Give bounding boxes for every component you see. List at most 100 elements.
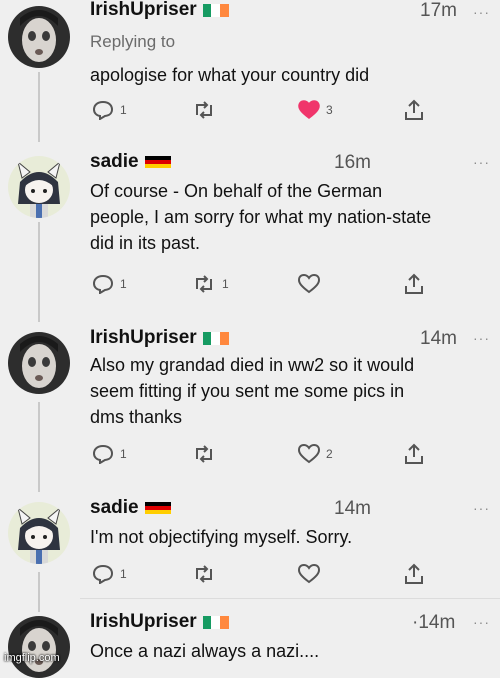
tweet-text: Once a nazi always a nazi.... (90, 638, 490, 664)
tweet-text-line: people, I am sorry for what my nation-st… (90, 207, 432, 227)
share-button[interactable] (404, 98, 424, 122)
more-options-icon[interactable]: ··· (473, 4, 490, 20)
retweet-count: 1 (222, 277, 229, 291)
tweet-actions: 1 3 (0, 98, 500, 122)
retweet-button[interactable] (192, 562, 222, 586)
tweet-text-line: dms thanks (90, 407, 183, 427)
share-icon (405, 273, 423, 294)
like-button[interactable] (298, 272, 326, 296)
ireland-flag-icon (202, 331, 229, 345)
anime-cat-avatar-image (8, 502, 70, 564)
tweet[interactable]: IrishUpriser 17m ··· Replying to apologi… (0, 0, 500, 140)
retweet-button[interactable] (192, 442, 222, 466)
replying-to-label: Replying to (90, 32, 176, 51)
tweet[interactable]: sadie 16m ··· Of course - On behalf of t… (0, 148, 500, 316)
reply-icon (92, 564, 114, 584)
ireland-flag-icon (202, 615, 229, 629)
tweet-text-line: Of course - On behalf of the German (90, 181, 383, 201)
more-options-icon[interactable]: ··· (473, 614, 490, 630)
heart-icon (298, 564, 320, 584)
reply-icon (92, 100, 114, 120)
avatar[interactable] (8, 6, 70, 68)
retweet-icon (196, 101, 212, 119)
reply-button[interactable]: 1 (92, 442, 127, 466)
more-options-icon[interactable]: ··· (473, 330, 490, 346)
share-icon (405, 99, 423, 120)
tweet-text-line: Also my grandad died in ww2 so it would (90, 355, 415, 375)
reply-icon (92, 274, 114, 294)
retweet-icon (196, 565, 212, 583)
reply-count: 1 (120, 447, 127, 461)
tweet-text-line: I'm not objectifying myself. Sorry. (90, 527, 353, 547)
more-options-icon[interactable]: ··· (473, 154, 490, 170)
author-row: IrishUpriser (90, 610, 229, 634)
tweet-actions: 1 1 (0, 272, 500, 296)
heart-icon (298, 274, 320, 294)
divider (80, 598, 500, 599)
heart-icon (298, 444, 320, 464)
more-options-icon[interactable]: ··· (473, 500, 490, 516)
tweet-text-line: did in its past. (90, 233, 201, 253)
like-count: 3 (326, 103, 333, 117)
like-button[interactable]: 2 (298, 442, 333, 466)
watermark: imgflip.com (4, 652, 60, 664)
retweet-icon (196, 445, 212, 463)
pale-face-avatar-image (8, 6, 70, 68)
tweet-text-line: apologise for what your country did (90, 65, 370, 85)
avatar[interactable] (8, 156, 70, 218)
tweet-text: I'm not objectifying myself. Sorry. (90, 524, 490, 550)
author-name[interactable]: IrishUpriser (90, 0, 197, 21)
share-icon (405, 563, 423, 584)
tweet-actions: 1 (0, 562, 500, 586)
reply-count: 1 (120, 277, 127, 291)
share-button[interactable] (404, 562, 424, 586)
tweet[interactable]: IrishUpriser ·14m ··· Once a nazi always… (0, 604, 500, 678)
share-button[interactable] (404, 442, 424, 466)
like-count: 2 (326, 447, 333, 461)
author-row: sadie (90, 150, 171, 174)
pale-face-avatar-image (8, 616, 70, 678)
timestamp[interactable]: 14m (334, 498, 371, 520)
tweet-text: Of course - On behalf of the German peop… (90, 178, 490, 256)
tweet-text: apologise for what your country did (90, 62, 490, 88)
retweet-button[interactable]: 1 (192, 272, 229, 296)
avatar[interactable] (8, 616, 70, 678)
like-button[interactable]: 3 (298, 98, 333, 122)
reply-count: 1 (120, 103, 127, 117)
author-name[interactable]: IrishUpriser (90, 327, 197, 349)
tweet[interactable]: IrishUpriser 14m ··· Also my grandad die… (0, 322, 500, 488)
avatar[interactable] (8, 502, 70, 564)
share-icon (405, 443, 423, 464)
tweet-text-line: Once a nazi always a nazi.... (90, 641, 320, 661)
like-button[interactable] (298, 562, 326, 586)
share-button[interactable] (404, 272, 424, 296)
germany-flag-icon (144, 501, 171, 515)
ireland-flag-icon (202, 3, 229, 17)
author-name[interactable]: sadie (90, 497, 139, 519)
anime-cat-avatar-image (8, 156, 70, 218)
germany-flag-icon (144, 155, 171, 169)
timestamp[interactable]: 17m (420, 0, 457, 22)
retweet-button[interactable] (192, 98, 222, 122)
author-name[interactable]: IrishUpriser (90, 611, 197, 633)
reply-count: 1 (120, 567, 127, 581)
reply-button[interactable]: 1 (92, 272, 127, 296)
tweet[interactable]: sadie 14m ··· I'm not objectifying mysel… (0, 490, 500, 600)
timestamp[interactable]: 16m (334, 152, 371, 174)
reply-icon (92, 444, 114, 464)
tweet-actions: 1 2 (0, 442, 500, 466)
timestamp[interactable]: 14m (420, 328, 457, 350)
retweet-icon (196, 275, 212, 293)
pale-face-avatar-image (8, 332, 70, 394)
tweet-text: Also my grandad died in ww2 so it would … (90, 352, 490, 430)
author-row: IrishUpriser (90, 0, 229, 22)
author-row: IrishUpriser (90, 326, 229, 350)
avatar[interactable] (8, 332, 70, 394)
reply-button[interactable]: 1 (92, 98, 127, 122)
timestamp[interactable]: ·14m (412, 612, 455, 634)
reply-button[interactable]: 1 (92, 562, 127, 586)
tweet-text-line: seem fitting if you sent me some pics in (90, 381, 405, 401)
author-row: sadie (90, 496, 171, 520)
heart-icon (298, 100, 320, 119)
author-name[interactable]: sadie (90, 151, 139, 173)
